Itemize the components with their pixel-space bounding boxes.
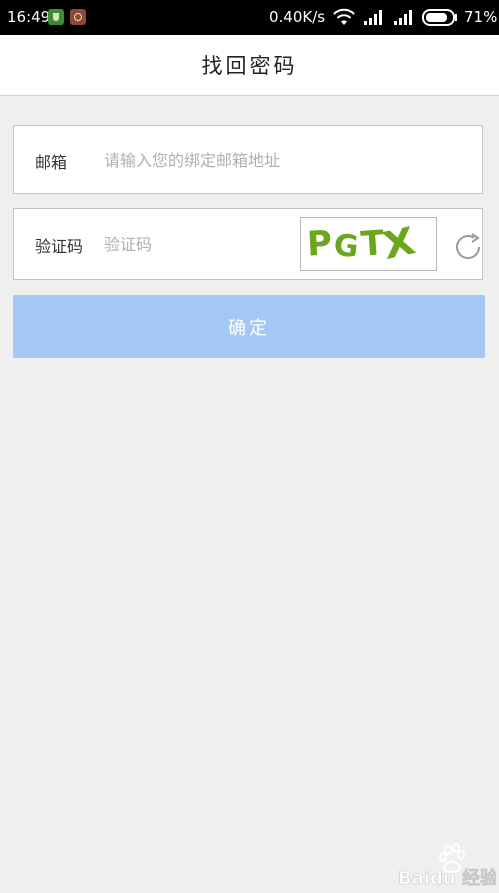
email-row: 邮箱 [13, 125, 483, 194]
watermark-text: Baidu 经验 [398, 867, 496, 888]
email-input[interactable] [104, 148, 464, 172]
captcha-image[interactable]: P G T X [300, 217, 437, 271]
app-header: 找回密码 [0, 35, 499, 96]
confirm-button[interactable]: 确定 [13, 295, 485, 358]
status-time: 16:49 [7, 8, 51, 26]
verification-code-input[interactable] [104, 232, 284, 256]
captcha-char: P [305, 223, 333, 265]
refresh-icon[interactable] [452, 231, 484, 263]
network-speed: 0.40K/s [269, 8, 326, 26]
baidu-watermark: Baidu 经验 [398, 840, 496, 888]
verification-code-row: 验证码 P G T X [13, 208, 483, 280]
shield-notification-icon [48, 9, 64, 25]
email-label: 邮箱 [35, 153, 68, 172]
page-title: 找回密码 [201, 54, 298, 78]
wifi-icon [333, 8, 355, 25]
signal-icon [394, 10, 412, 25]
captcha-char: G [331, 227, 361, 265]
battery-icon [422, 9, 457, 26]
signal-icon [364, 10, 382, 25]
battery-percentage: 71% [464, 8, 498, 26]
baidu-paw-logo: Baidu 经验 [398, 843, 496, 888]
verification-code-label: 验证码 [35, 237, 84, 256]
app-notification-icon [70, 9, 86, 25]
status-bar: 16:49 0.40K/s 71% [0, 0, 499, 35]
